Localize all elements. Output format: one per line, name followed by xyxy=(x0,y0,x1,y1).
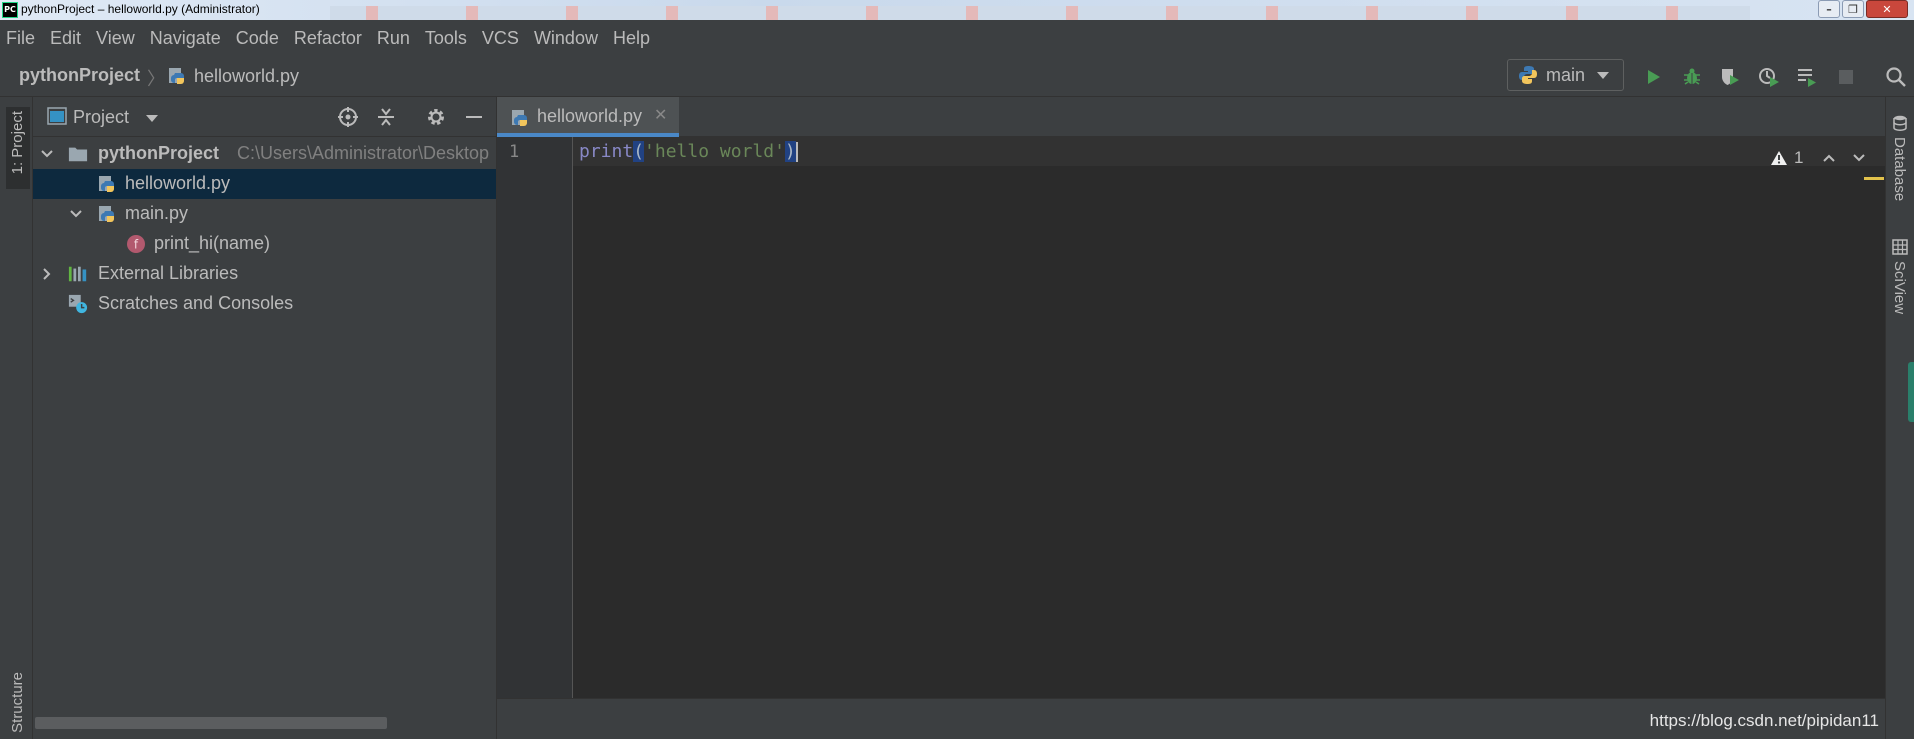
sciview-tool-tab[interactable]: SciView xyxy=(1891,261,1908,314)
python-file-icon xyxy=(98,204,118,224)
structure-tool-tab-label[interactable]: Structure xyxy=(9,672,26,733)
editor-tab-bar: helloworld.py ✕ xyxy=(497,97,1885,137)
minimize-panel-icon[interactable] xyxy=(462,105,486,129)
tab-helloworld[interactable]: helloworld.py ✕ xyxy=(497,97,679,137)
menu-code[interactable]: Code xyxy=(236,28,279,49)
minimize-button[interactable]: – xyxy=(1818,0,1840,18)
run-concurrency-icon[interactable] xyxy=(1795,65,1819,89)
right-tool-stripe: Database SciView xyxy=(1885,97,1914,739)
tree-row-helloworld[interactable]: helloworld.py xyxy=(33,169,496,199)
menu-tools[interactable]: Tools xyxy=(425,28,467,49)
python-file-icon xyxy=(512,110,527,126)
folder-icon xyxy=(68,144,88,164)
horizontal-scrollbar[interactable] xyxy=(35,717,387,729)
warning-count: 1 xyxy=(1794,148,1804,167)
project-tool-tab-label[interactable]: 1: Project xyxy=(9,111,26,174)
run-config-label: main xyxy=(1546,64,1586,85)
chevron-down-icon[interactable] xyxy=(1851,150,1867,166)
breadcrumb-file[interactable]: helloworld.py xyxy=(194,66,299,87)
code-editor[interactable]: print('hello world') xyxy=(573,137,1885,698)
python-logo-icon xyxy=(1519,66,1537,84)
run-config-selector[interactable]: main xyxy=(1507,59,1624,91)
profile-icon[interactable] xyxy=(1757,65,1781,89)
text-cursor xyxy=(795,142,798,162)
menu-refactor[interactable]: Refactor xyxy=(294,28,362,49)
collapse-all-icon[interactable] xyxy=(374,105,398,129)
close-button[interactable]: ✕ xyxy=(1866,0,1908,18)
menu-vcs[interactable]: VCS xyxy=(482,28,519,49)
title-bar: PC pythonProject – helloworld.py (Admini… xyxy=(0,0,1914,20)
libraries-icon xyxy=(68,264,88,284)
ide-window: PC pythonProject – helloworld.py (Admini… xyxy=(0,0,1914,739)
side-edge-indicator xyxy=(1908,362,1914,422)
database-tool-tab[interactable]: Database xyxy=(1891,137,1908,201)
tree-row-function[interactable]: f print_hi(name) xyxy=(33,229,496,259)
tree-label: helloworld.py xyxy=(125,173,231,193)
run-icon[interactable] xyxy=(1641,65,1665,89)
tree-label: pythonProject xyxy=(98,143,220,163)
function-icon: f xyxy=(126,234,146,254)
tree-label: Scratches and Consoles xyxy=(98,293,294,313)
gear-icon[interactable] xyxy=(424,105,448,129)
line-number: 1 xyxy=(509,142,520,162)
sciview-icon[interactable] xyxy=(1892,239,1908,255)
tree-row-main[interactable]: main.py xyxy=(33,199,496,229)
chevron-down-icon xyxy=(1597,71,1610,79)
warning-stripe-marker[interactable] xyxy=(1864,177,1884,180)
stop-icon[interactable] xyxy=(1834,65,1858,89)
project-panel-header: Project xyxy=(33,97,496,137)
code-line[interactable]: print('hello world') xyxy=(579,141,798,162)
chevron-right-icon[interactable] xyxy=(40,267,54,281)
window-title: pythonProject – helloworld.py (Administr… xyxy=(21,2,260,16)
locate-icon[interactable] xyxy=(336,105,360,129)
menu-view[interactable]: View xyxy=(96,28,135,49)
close-tab-icon[interactable]: ✕ xyxy=(654,105,667,124)
menu-edit[interactable]: Edit xyxy=(50,28,81,49)
menu-run[interactable]: Run xyxy=(377,28,410,49)
code-token-paren-close: ) xyxy=(784,141,796,162)
watermark-text: https://blog.csdn.net/pipidan11 xyxy=(1649,711,1879,730)
warning-icon xyxy=(1771,151,1787,165)
left-tool-stripe: 1: Project Structure xyxy=(0,97,33,739)
database-icon[interactable] xyxy=(1892,115,1908,131)
window-controls: – ❐ ✕ xyxy=(1818,0,1914,18)
menu-file[interactable]: File xyxy=(6,28,35,49)
chevron-down-icon[interactable] xyxy=(40,147,54,161)
editor-bottom-bar: https://blog.csdn.net/pipidan11 xyxy=(497,698,1885,739)
breadcrumb-separator: 〉 xyxy=(147,69,165,89)
project-view-selector[interactable]: Project xyxy=(73,107,129,128)
navigation-bar: pythonProject 〉 helloworld.py main xyxy=(0,57,1914,97)
project-view-icon xyxy=(47,107,67,125)
coverage-icon[interactable] xyxy=(1718,65,1742,89)
menu-navigate[interactable]: Navigate xyxy=(150,28,221,49)
python-file-icon xyxy=(98,174,118,194)
menu-window[interactable]: Window xyxy=(534,28,598,49)
tree-row-project-root[interactable]: pythonProject C:\Users\Administrator\Des… xyxy=(33,139,496,169)
python-file-icon xyxy=(168,66,188,90)
line-number-gutter: 1 xyxy=(497,137,573,698)
inspection-widget[interactable]: 1 xyxy=(1770,148,1867,168)
tree-path: C:\Users\Administrator\Desktop xyxy=(237,143,490,163)
search-icon[interactable] xyxy=(1884,65,1908,89)
code-token-function: print xyxy=(579,141,634,162)
tree-row-scratches[interactable]: Scratches and Consoles xyxy=(33,289,496,319)
chevron-up-icon[interactable] xyxy=(1821,150,1837,166)
restore-button[interactable]: ❐ xyxy=(1842,0,1864,18)
chevron-down-icon[interactable] xyxy=(69,207,83,221)
code-token-paren-open: ( xyxy=(633,141,645,162)
menu-bar: File Edit View Navigate Code Refactor Ru… xyxy=(0,20,1914,57)
tree-label: main.py xyxy=(125,203,189,223)
tree-label: External Libraries xyxy=(98,263,239,283)
pycharm-logo-icon: PC xyxy=(2,2,18,18)
tree-row-external-libraries[interactable]: External Libraries xyxy=(33,259,496,289)
code-token-string: 'hello world' xyxy=(644,141,785,162)
project-panel: Project pythonProject C:\Users\Administr… xyxy=(33,97,497,739)
chevron-down-icon[interactable] xyxy=(146,115,158,122)
scratches-icon xyxy=(68,294,88,314)
tab-label: helloworld.py xyxy=(537,106,643,126)
breadcrumb-project[interactable]: pythonProject xyxy=(19,65,140,86)
tree-label: print_hi(name) xyxy=(154,233,271,253)
debug-icon[interactable] xyxy=(1680,65,1704,89)
menu-help[interactable]: Help xyxy=(613,28,650,49)
